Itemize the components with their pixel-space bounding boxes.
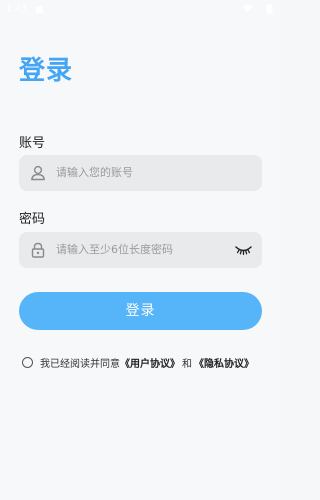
user-agreement-link[interactable]: 《用户协议》 [120,355,180,370]
status-bar: 1:43 [0,0,281,20]
password-input[interactable] [56,232,246,268]
agreement-row: 我已经阅读并同意 《用户协议》 和 《隐私协议》 [22,354,254,370]
lock-icon [31,242,45,258]
battery-icon [266,4,273,14]
status-time: 1:43 [6,4,28,14]
privacy-policy-link[interactable]: 《隐私协议》 [194,355,254,370]
agreement-prefix: 我已经阅读并同意 [40,358,120,370]
account-label: 账号 [19,136,46,151]
agreement-conjunction: 和 [182,358,192,370]
account-field[interactable] [19,155,262,191]
login-screen: 1:43 登录 账号 密码 [0,0,281,500]
eye-closed-icon[interactable] [235,244,252,256]
password-field[interactable] [19,232,262,268]
account-input[interactable] [56,155,246,191]
wifi-icon [242,4,253,13]
password-label: 密码 [19,212,46,227]
agreement-checkbox[interactable] [22,356,33,368]
user-icon [31,165,45,181]
notification-square-icon [36,6,43,13]
login-button[interactable]: 登录 [19,292,262,330]
page-title: 登录 [19,56,74,86]
